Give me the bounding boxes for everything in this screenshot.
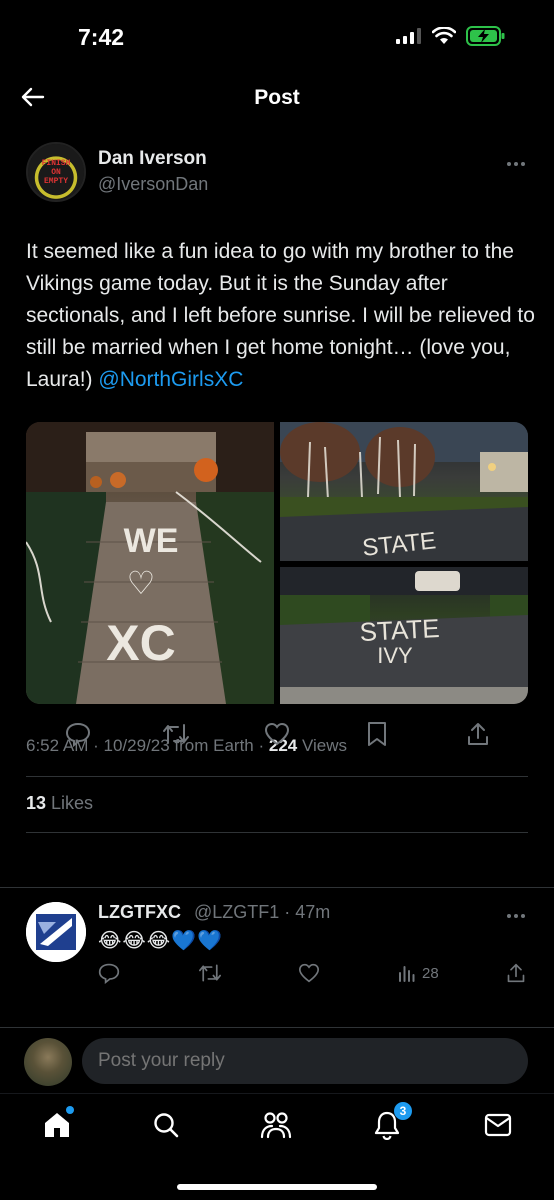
- reply-post[interactable]: LZGTFXC @LZGTF1 · 47m 😂😂😂💙💙 28: [0, 887, 554, 1027]
- bookmark-icon: [368, 722, 386, 746]
- home-icon: [45, 1113, 69, 1137]
- heart-icon: [264, 722, 290, 746]
- author-handle[interactable]: @IversonDan: [98, 174, 208, 195]
- photo-driveway[interactable]: STATE IVY: [280, 567, 528, 704]
- chalk-heart-text: ♡: [127, 564, 156, 602]
- heart-icon: [298, 963, 320, 983]
- current-user-avatar[interactable]: [24, 1038, 72, 1086]
- page-title: Post: [254, 86, 300, 109]
- divider: [26, 832, 528, 833]
- status-icons: [396, 26, 506, 46]
- like-button[interactable]: [263, 720, 291, 748]
- post-header: Post: [0, 70, 554, 126]
- notifications-badge: 3: [394, 1102, 412, 1120]
- tab-communities[interactable]: [259, 1108, 293, 1142]
- reply-author-handle[interactable]: @LZGTF1 · 47m: [194, 902, 330, 923]
- reply-more-button[interactable]: [506, 906, 526, 924]
- mention-link[interactable]: @NorthGirlsXC: [98, 368, 243, 391]
- share-icon: [468, 723, 488, 745]
- chalk-we-text: WE: [124, 522, 179, 560]
- chalk-state-text-2: STATE: [359, 613, 440, 647]
- avatar-logo-text: FINISH ON EMPTY: [41, 158, 71, 186]
- more-horizontal-icon: [507, 162, 525, 166]
- comment-icon: [65, 722, 91, 747]
- analytics-icon: [399, 966, 415, 982]
- reply-views-button[interactable]: 28: [398, 960, 439, 986]
- tab-home[interactable]: [40, 1106, 74, 1142]
- wifi-icon: [432, 27, 456, 44]
- home-unread-dot: [66, 1106, 74, 1114]
- repost-icon: [163, 724, 189, 744]
- reply-composer: [0, 1027, 554, 1093]
- search-icon: [154, 1113, 179, 1138]
- reply-share-button[interactable]: [506, 960, 526, 986]
- photo-tp-yard[interactable]: STATE: [280, 422, 528, 561]
- comment-icon: [98, 963, 120, 984]
- home-indicator: [177, 1184, 377, 1190]
- communities-icon: [260, 1112, 292, 1139]
- mail-icon: [484, 1113, 512, 1137]
- likes-count: 13: [26, 793, 47, 813]
- post-text: It seemed like a fun idea to go with my …: [26, 236, 536, 396]
- reply-reply-button[interactable]: [98, 960, 120, 986]
- author-avatar[interactable]: FINISH ON EMPTY: [26, 142, 86, 202]
- reply-author-name[interactable]: LZGTFXC: [98, 902, 181, 923]
- signal-icon: [396, 28, 421, 44]
- chalk-xc-text: XC: [106, 615, 175, 671]
- divider: [26, 776, 528, 777]
- tab-messages[interactable]: [481, 1108, 515, 1142]
- bookmark-button[interactable]: [363, 720, 391, 748]
- battery-charging-icon: [466, 26, 505, 46]
- reply-input[interactable]: [82, 1038, 528, 1084]
- likes-label: Likes: [46, 793, 94, 813]
- reply-button[interactable]: [64, 720, 92, 748]
- share-button[interactable]: [464, 720, 492, 748]
- more-horizontal-icon: [507, 914, 525, 918]
- more-options-button[interactable]: [506, 154, 526, 172]
- reply-text: 😂😂😂💙💙: [98, 930, 223, 952]
- status-bar: 7:42: [0, 0, 554, 70]
- reply-views-count: 28: [422, 964, 439, 982]
- chalk-ivy-text: IVY: [377, 643, 413, 668]
- reply-actions: 28: [0, 960, 554, 990]
- author-name[interactable]: Dan Iverson: [98, 148, 207, 170]
- reply-avatar[interactable]: [26, 902, 86, 962]
- share-icon: [507, 963, 525, 983]
- post-actions: [0, 716, 554, 752]
- tab-search[interactable]: [149, 1108, 183, 1142]
- tab-notifications[interactable]: 3: [370, 1102, 412, 1142]
- reply-like-button[interactable]: [298, 960, 320, 986]
- reply-repost-button[interactable]: [198, 960, 222, 986]
- repost-icon: [199, 964, 221, 982]
- likes-summary[interactable]: 13 Likes: [26, 793, 93, 814]
- photo-walkway[interactable]: WE ♡ XC: [26, 422, 274, 704]
- media-grid: WE ♡ XC STATE STATE IVY: [26, 422, 528, 704]
- repost-button[interactable]: [162, 720, 190, 748]
- status-time: 7:42: [78, 24, 125, 50]
